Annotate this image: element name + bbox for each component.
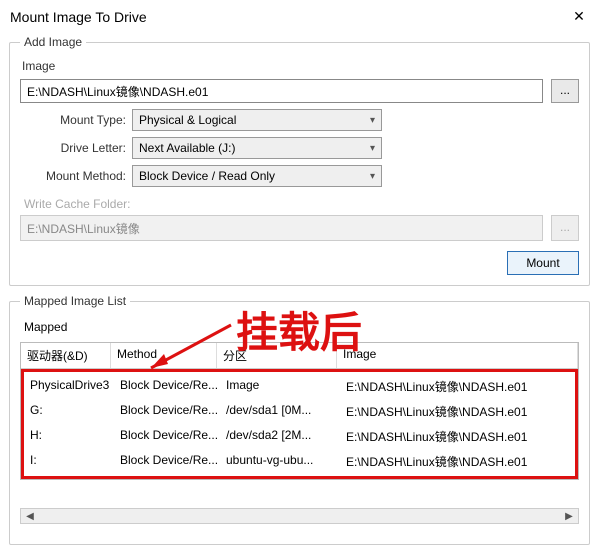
horizontal-scrollbar[interactable]: ◀ ▶ [20,508,579,524]
cell: G: [24,401,114,422]
chevron-down-icon: ▾ [370,143,375,154]
col-image[interactable]: Image [337,343,578,368]
col-drive[interactable]: 驱动器(&D) [21,343,111,368]
mapped-legend: Mapped Image List [20,294,130,308]
cell: /dev/sda1 [0M... [220,401,340,422]
mount-method-select[interactable]: Block Device / Read Only ▾ [132,165,382,187]
scroll-left-icon[interactable]: ◀ [23,511,37,522]
cell: Block Device/Re... [114,426,220,447]
cell: E:\NDASH\Linux镜像\NDASH.e01 [340,401,575,422]
cell: E:\NDASH\Linux镜像\NDASH.e01 [340,376,575,397]
cell: Block Device/Re... [114,401,220,422]
cell: Block Device/Re... [114,451,220,472]
mount-method-value: Block Device / Read Only [139,169,275,183]
drive-letter-select[interactable]: Next Available (J:) ▾ [132,137,382,159]
cell: I: [24,451,114,472]
image-label: Image [22,59,579,73]
cell: E:\NDASH\Linux镜像\NDASH.e01 [340,426,575,447]
mapped-image-list-group: Mapped Image List Mapped 驱动器(&D) Method … [9,294,590,545]
browse-cache-button: ... [551,215,579,241]
close-icon[interactable]: ✕ [569,8,589,25]
chevron-down-icon: ▾ [370,171,375,182]
drive-letter-label: Drive Letter: [34,141,132,155]
window-title: Mount Image To Drive [10,9,147,25]
image-path-input[interactable] [20,79,543,103]
mount-method-label: Mount Method: [34,169,132,183]
mount-button[interactable]: Mount [507,251,579,275]
cell: E:\NDASH\Linux镜像\NDASH.e01 [340,451,575,472]
cell: ubuntu-vg-ubu... [220,451,340,472]
chevron-down-icon: ▾ [370,115,375,126]
cell: Image [220,376,340,397]
add-image-legend: Add Image [20,35,86,49]
cell: Block Device/Re... [114,376,220,397]
table-row[interactable]: I:Block Device/Re...ubuntu-vg-ubu...E:\N… [24,449,575,474]
table-row[interactable]: H:Block Device/Re.../dev/sda2 [2M...E:\N… [24,424,575,449]
col-method[interactable]: Method [111,343,217,368]
cache-folder-label: Write Cache Folder: [24,197,579,211]
table-row[interactable]: G:Block Device/Re.../dev/sda1 [0M...E:\N… [24,399,575,424]
add-image-group: Add Image Image ... Mount Type: Physical… [9,35,590,286]
cell: /dev/sda2 [2M... [220,426,340,447]
scroll-right-icon[interactable]: ▶ [562,511,576,522]
cache-folder-input [20,215,543,241]
drive-letter-value: Next Available (J:) [139,141,236,155]
mount-type-value: Physical & Logical [139,113,236,127]
cell: H: [24,426,114,447]
mount-type-select[interactable]: Physical & Logical ▾ [132,109,382,131]
mount-type-label: Mount Type: [34,113,132,127]
cell: PhysicalDrive3 [24,376,114,397]
mapped-table: 驱动器(&D) Method 分区 Image PhysicalDrive3Bl… [20,342,579,480]
col-partition[interactable]: 分区 [217,343,337,368]
table-row[interactable]: PhysicalDrive3Block Device/Re...ImageE:\… [24,374,575,399]
browse-image-button[interactable]: ... [551,79,579,103]
mapped-subtitle: Mapped [24,320,579,334]
